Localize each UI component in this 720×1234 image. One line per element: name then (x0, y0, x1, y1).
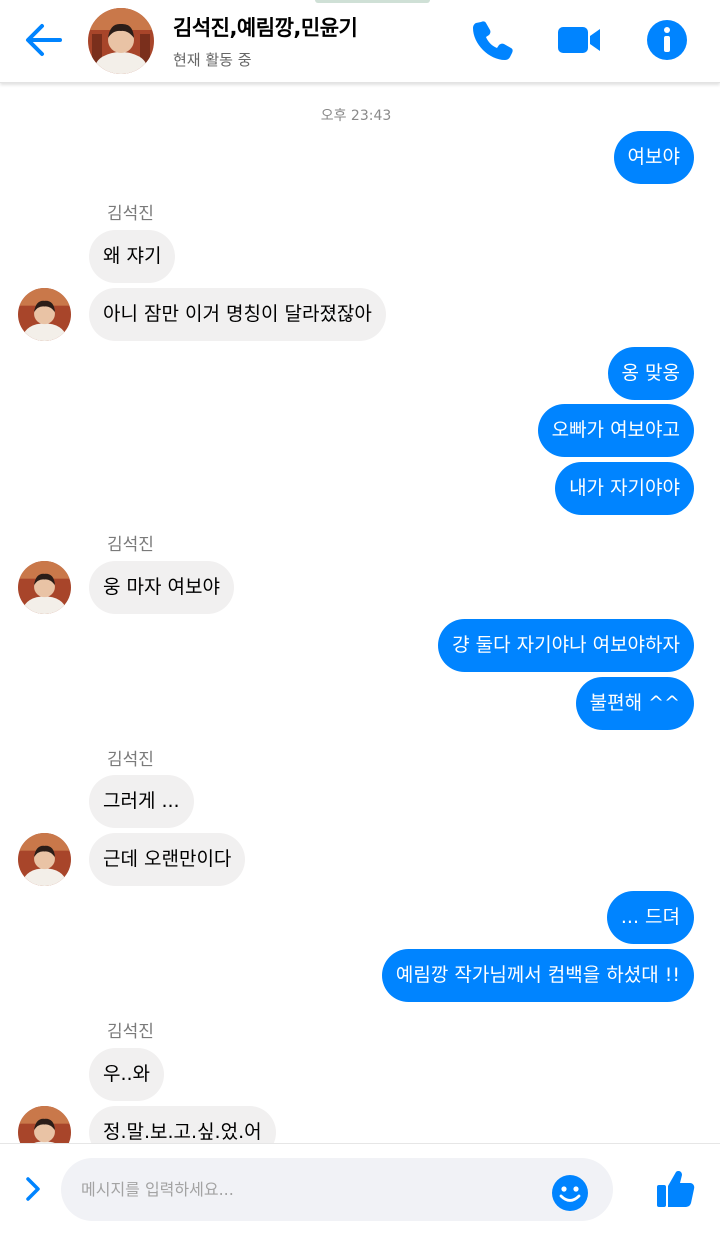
outgoing-message[interactable]: 걍 둘다 자기야나 여보야하자 (438, 619, 694, 672)
back-arrow-icon (26, 24, 62, 56)
outgoing-message[interactable]: 예림깡 작가님께서 컴백을 하셨대 !! (381, 949, 694, 1002)
video-camera-icon (558, 27, 600, 53)
incoming-message[interactable]: 우..와 (89, 1048, 165, 1101)
emoji-button[interactable] (551, 1174, 589, 1212)
like-button[interactable] (654, 1168, 696, 1210)
sender-avatar[interactable] (18, 833, 71, 886)
sender-avatar[interactable] (18, 561, 71, 614)
incoming-message[interactable]: 웅 마자 여보야 (89, 561, 234, 614)
message-input[interactable] (61, 1158, 613, 1221)
sender-name: 김석진 (107, 204, 154, 224)
sender-avatar[interactable] (18, 288, 71, 341)
outgoing-message[interactable]: ... 드뎌 (606, 891, 694, 944)
sender-avatar[interactable] (18, 1106, 71, 1143)
incoming-message[interactable]: 왜 쟈기 (89, 230, 176, 283)
outgoing-message[interactable]: 불편해 ^^ (575, 677, 694, 730)
outgoing-message[interactable]: 여보야 (613, 131, 694, 184)
sender-name: 김석진 (107, 535, 154, 555)
smiley-icon (552, 1175, 588, 1211)
expand-actions-button[interactable] (18, 1174, 48, 1204)
outgoing-message[interactable]: 오빠가 여보야고 (537, 404, 694, 457)
message-list[interactable]: 오후 23:43 여보야 김석진 왜 쟈기 아니 잠만 이거 명칭이 달라졌잖아… (0, 83, 720, 1143)
conversation-info-button[interactable] (643, 16, 691, 64)
chat-header: 김석진,예림깡,민윤기 현재 활동 중 (0, 0, 720, 83)
thumbs-up-icon (657, 1171, 695, 1207)
incoming-message[interactable]: 정.말.보.고.싶.었.어 (89, 1106, 276, 1143)
group-avatar[interactable] (88, 8, 154, 74)
message-composer (0, 1143, 720, 1234)
sender-name: 김석진 (107, 1022, 154, 1042)
incoming-message[interactable]: 그러게 ... (89, 775, 194, 828)
video-call-button[interactable] (555, 16, 603, 64)
back-button[interactable] (20, 18, 66, 62)
active-status: 현재 활동 중 (173, 51, 252, 69)
outgoing-message[interactable]: 옹 맞옹 (607, 347, 694, 400)
outgoing-message[interactable]: 내가 자기야야 (555, 462, 694, 515)
phone-icon (473, 21, 513, 60)
message-timestamp: 오후 23:43 (320, 108, 392, 124)
status-bar-indicator (315, 0, 430, 3)
incoming-message[interactable]: 아니 잠만 이거 명칭이 달라졌잖아 (89, 288, 386, 341)
chevron-right-icon (26, 1177, 40, 1201)
voice-call-button[interactable] (469, 16, 517, 64)
sender-name: 김석진 (107, 750, 154, 770)
incoming-message[interactable]: 근데 오랜만이다 (89, 833, 246, 886)
info-icon (647, 20, 687, 60)
conversation-title: 김석진,예림깡,민윤기 (173, 16, 358, 40)
